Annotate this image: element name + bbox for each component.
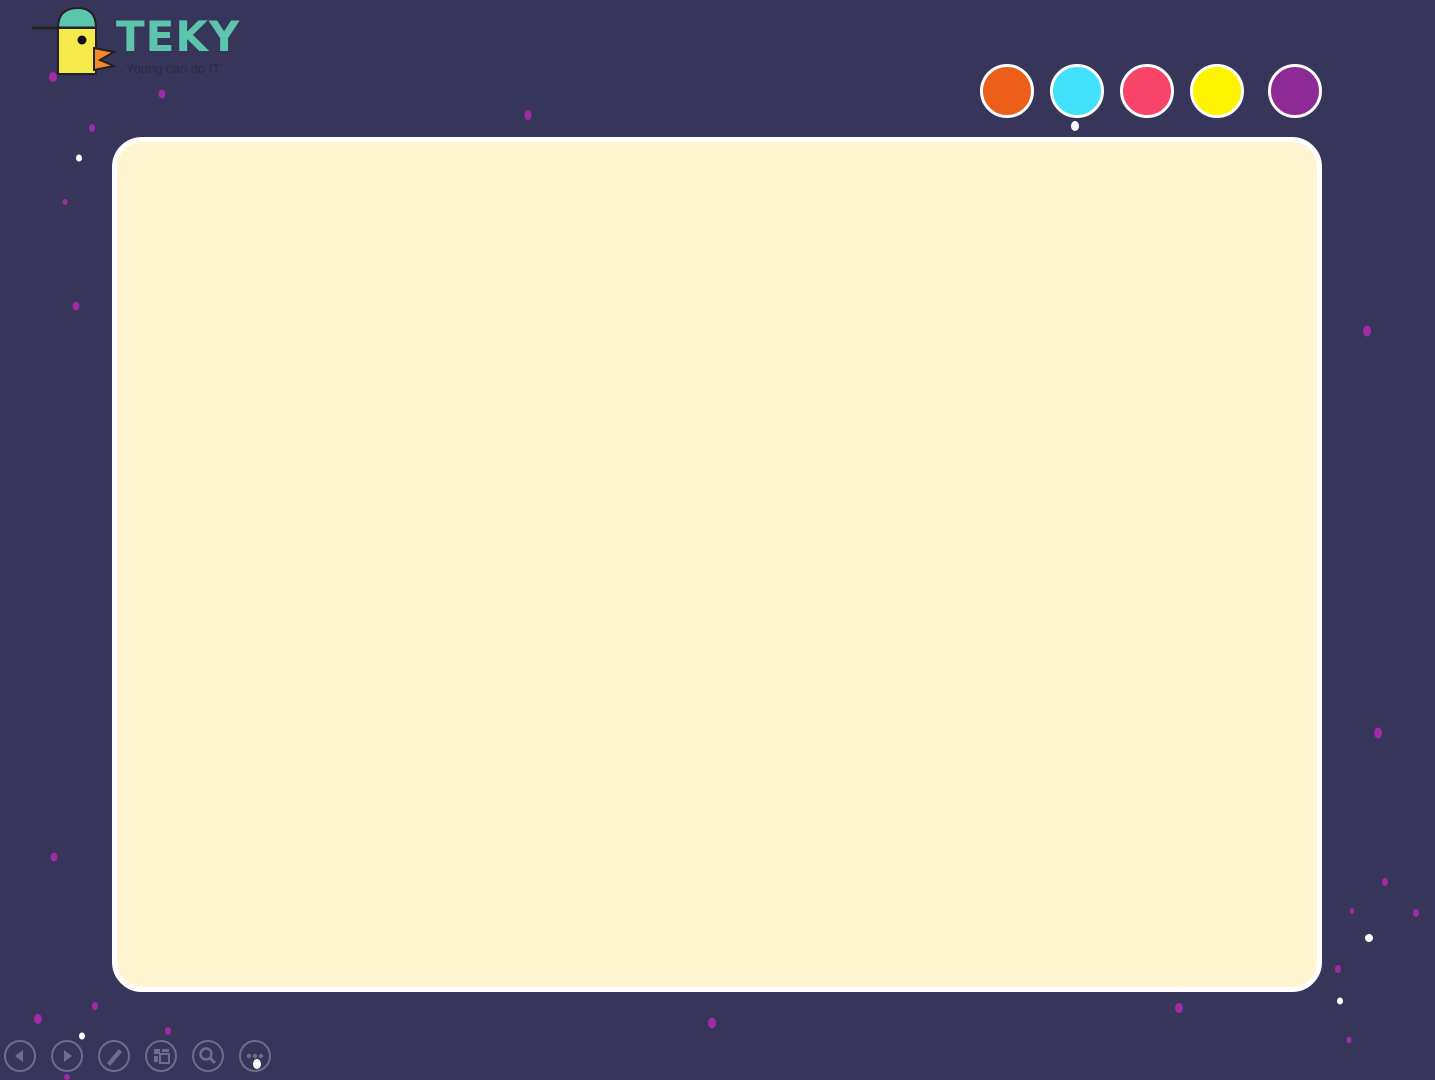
pen-icon[interactable] bbox=[98, 1040, 130, 1072]
zoom-icon[interactable] bbox=[192, 1040, 224, 1072]
logo-tagline: Young can do IT bbox=[126, 61, 221, 76]
logo-wordmark: TEKY bbox=[116, 12, 241, 61]
swatch-orange[interactable] bbox=[980, 64, 1034, 118]
drawing-board[interactable] bbox=[112, 137, 1322, 992]
duck-mascot-icon bbox=[32, 6, 118, 75]
slides-icon[interactable] bbox=[145, 1040, 177, 1072]
previous-icon[interactable] bbox=[4, 1040, 36, 1072]
swatch-yellow[interactable] bbox=[1190, 64, 1244, 118]
swatch-cyan[interactable] bbox=[1050, 64, 1104, 118]
next-icon[interactable] bbox=[51, 1040, 83, 1072]
more-icon[interactable] bbox=[239, 1040, 271, 1072]
color-palette bbox=[980, 64, 1325, 120]
teky-logo: TEKY Young can do IT bbox=[30, 6, 260, 84]
swatch-pink[interactable] bbox=[1120, 64, 1174, 118]
swatch-purple[interactable] bbox=[1268, 64, 1322, 118]
